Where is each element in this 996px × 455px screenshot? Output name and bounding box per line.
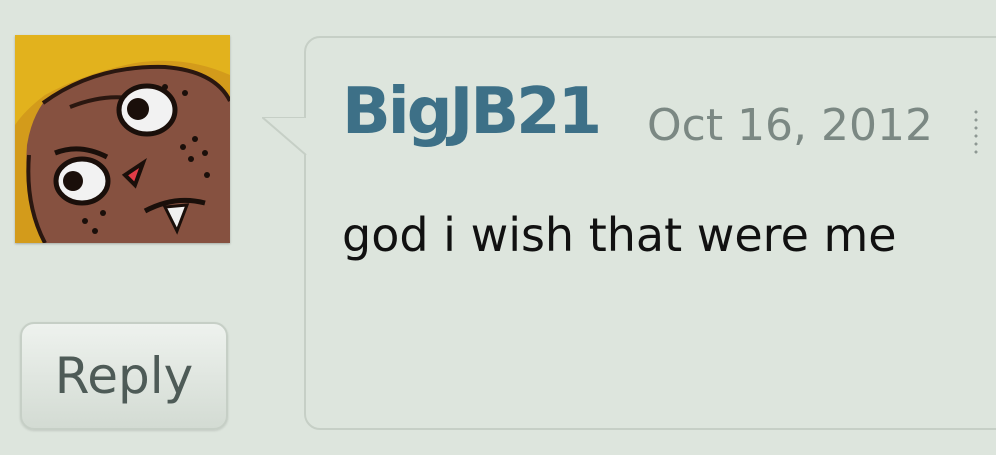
user-avatar[interactable] bbox=[15, 35, 230, 243]
cartoon-face-avatar-icon bbox=[15, 35, 230, 243]
bubble-pointer bbox=[262, 117, 307, 156]
comment-text: god i wish that were me bbox=[342, 208, 897, 262]
comment-timestamp: Oct 16, 2012 bbox=[647, 100, 933, 151]
comment-username[interactable]: BigJB21 bbox=[342, 80, 602, 144]
reply-button[interactable]: Reply bbox=[20, 322, 228, 430]
more-options-icon[interactable] bbox=[974, 108, 978, 154]
